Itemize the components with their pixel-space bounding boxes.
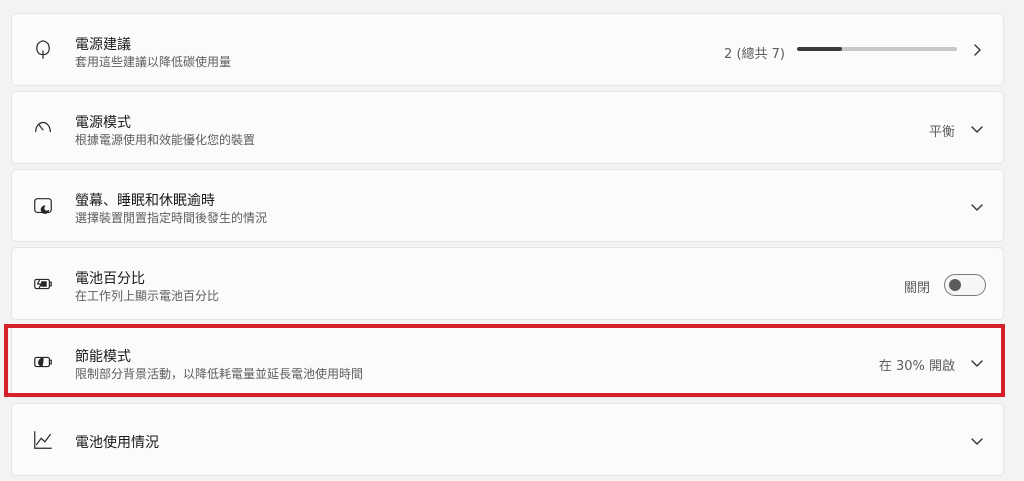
battery-saver-row[interactable]: 節能模式 限制部分背景活動，以降低耗電量並延長電池使用時間 在 30% 開啟 [11, 325, 1004, 398]
power-recommendations-subtitle: 套用這些建議以降低碳使用量 [75, 55, 232, 69]
chevron-down-icon [969, 199, 985, 215]
chevron-down-icon [969, 355, 985, 371]
power-recommendations-row[interactable]: 電源建議 套用這些建議以降低碳使用量 2 (總共 7) [11, 13, 1004, 86]
chevron-right-icon [969, 42, 985, 58]
battery-charging-icon [31, 272, 55, 296]
power-recommendations-title: 電源建議 [75, 37, 131, 53]
battery-percentage-toggle[interactable] [944, 274, 986, 296]
chevron-down-icon [969, 433, 985, 449]
power-mode-value: 平衡 [928, 125, 955, 140]
recommendations-progress-fill [797, 47, 842, 51]
leaf-icon [31, 38, 55, 62]
power-mode-title: 電源模式 [75, 115, 131, 131]
screen-sleep-title: 螢幕、睡眠和休眠逾時 [75, 193, 215, 209]
toggle-knob [949, 279, 961, 291]
screen-sleep-subtitle: 選擇裝置閒置指定時間後發生的情況 [75, 211, 268, 225]
power-mode-row[interactable]: 電源模式 根據電源使用和效能優化您的裝置 平衡 [11, 91, 1004, 164]
battery-usage-title: 電池使用情況 [75, 435, 159, 451]
recommendations-count: 2 (總共 7) [724, 47, 785, 62]
battery-saver-title: 節能模式 [75, 349, 131, 365]
battery-percentage-title: 電池百分比 [75, 271, 145, 287]
toggle-state-label: 關閉 [903, 281, 930, 296]
battery-percentage-row: 電池百分比 在工作列上顯示電池百分比 關閉 [11, 247, 1004, 320]
battery-saver-value: 在 30% 開啟 [878, 359, 955, 374]
line-chart-icon [31, 428, 55, 452]
recommendations-progress-bar [797, 47, 957, 51]
power-mode-subtitle: 根據電源使用和效能優化您的裝置 [75, 133, 256, 147]
battery-percentage-subtitle: 在工作列上顯示電池百分比 [75, 289, 220, 303]
battery-saver-subtitle: 限制部分背景活動，以降低耗電量並延長電池使用時間 [75, 367, 364, 381]
battery-usage-row[interactable]: 電池使用情況 [11, 403, 1004, 476]
screen-sleep-row[interactable]: 螢幕、睡眠和休眠逾時 選擇裝置閒置指定時間後發生的情況 [11, 169, 1004, 242]
chevron-down-icon [969, 121, 985, 137]
speedometer-icon [31, 116, 55, 140]
battery-saver-icon [31, 350, 55, 374]
screen-sleep-icon [31, 194, 55, 218]
